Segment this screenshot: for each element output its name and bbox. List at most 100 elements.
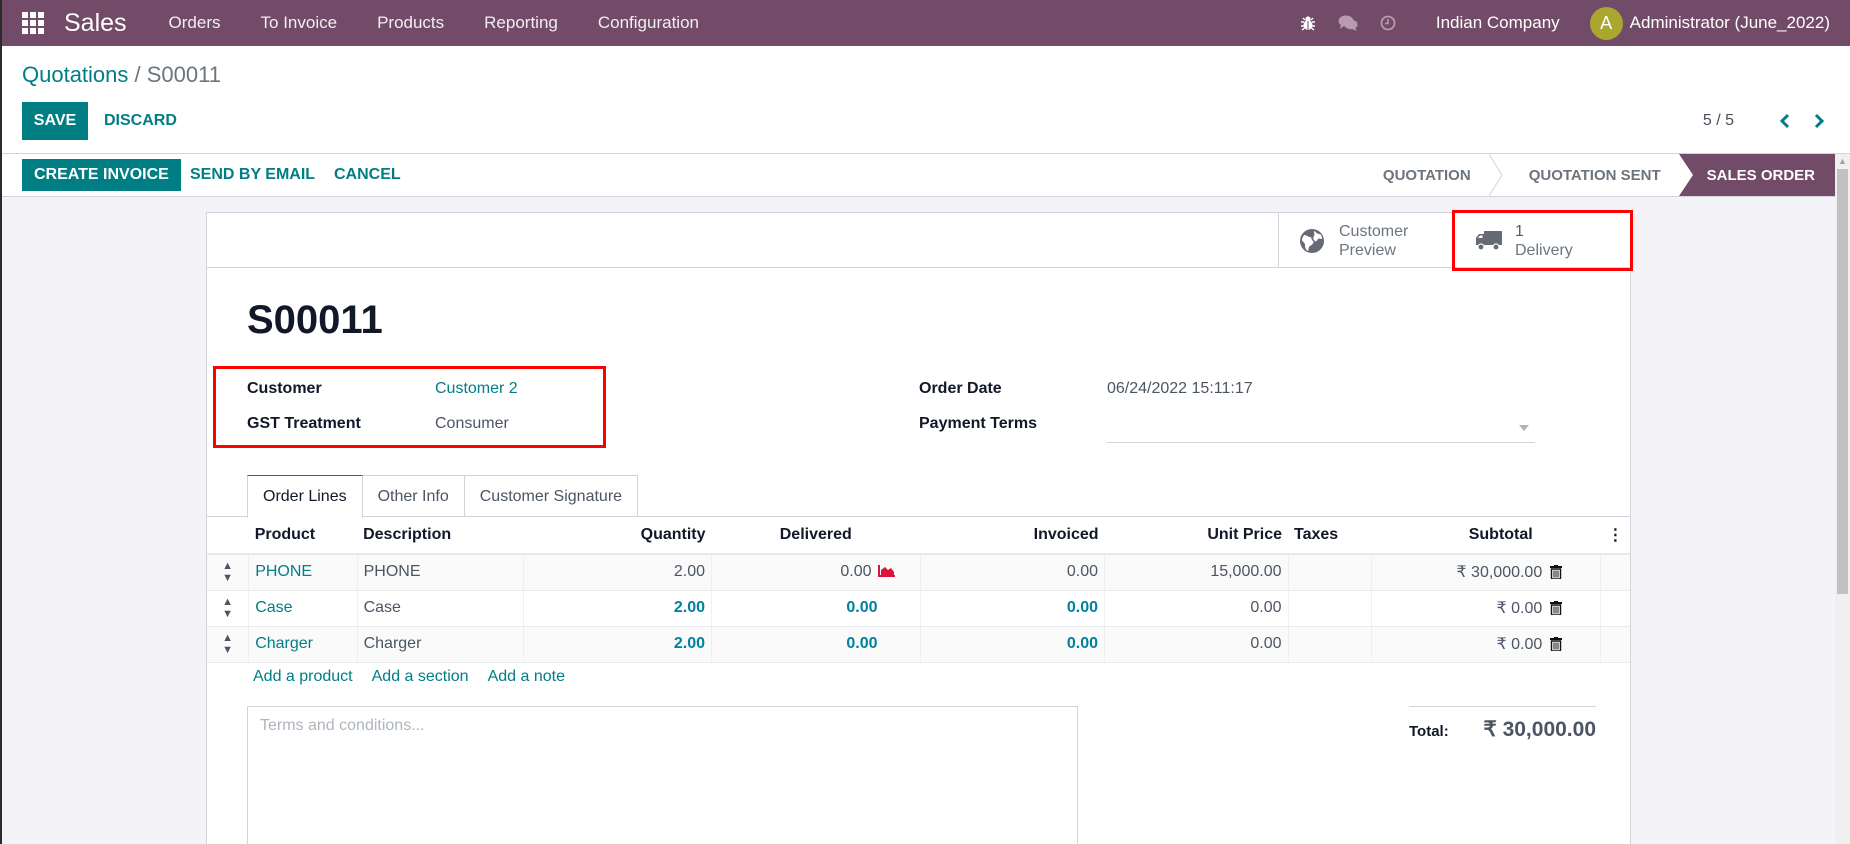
delivery-label: 1 Delivery (1515, 222, 1573, 260)
cell-invoiced[interactable]: 0.00 (919, 590, 1105, 627)
subtotal-value: ₹ 0.00 (1496, 636, 1543, 653)
control-panel: Quotations / S00011 SAVE DISCARD 5 / 5 (2, 46, 1850, 154)
breadcrumb: Quotations / S00011 (22, 62, 221, 88)
cell-description[interactable]: Charger (356, 626, 524, 663)
order-totals: Total: ₹ 30,000.00 (1409, 706, 1596, 742)
cell-description[interactable]: PHONE (356, 554, 524, 591)
column-subtotal[interactable]: Subtotal (1371, 517, 1601, 555)
tab-other-info[interactable]: Other Info (361, 475, 465, 517)
order-lines-table: Product Description Quantity Delivered I… (207, 517, 1630, 663)
cell-delivered[interactable]: 0.00 (711, 554, 921, 591)
menu-products[interactable]: Products (377, 13, 444, 33)
tab-customer-signature[interactable]: Customer Signature (463, 475, 639, 517)
company-switcher[interactable]: Indian Company (1436, 13, 1560, 33)
menu-to-invoice[interactable]: To Invoice (261, 13, 338, 33)
delivery-smart-button[interactable]: 1 Delivery (1452, 210, 1633, 271)
payment-terms-label: Payment Terms (919, 414, 1037, 432)
clock-icon[interactable] (1378, 13, 1398, 33)
send-by-email-button[interactable]: SEND BY EMAIL (182, 159, 323, 191)
cell-product[interactable]: PHONE (248, 554, 358, 591)
cancel-order-button[interactable]: CANCEL (326, 159, 409, 191)
payment-terms-field: Payment Terms (919, 406, 1535, 443)
terms-and-conditions-input[interactable] (247, 706, 1078, 844)
stage-quotation-sent[interactable]: QUOTATION SENT (1503, 154, 1679, 196)
window-edge (0, 0, 2, 844)
notebook-tabs: Order Lines Other Info Customer Signatur… (247, 475, 639, 518)
cell-quantity[interactable]: 2.00 (523, 626, 712, 663)
row-drag-handle-icon[interactable]: ▲ ▼ (207, 554, 249, 591)
optional-columns-kebab-icon[interactable]: ⋮ (1600, 517, 1630, 555)
pager-value[interactable]: 5 / 5 (1703, 112, 1734, 130)
app-name[interactable]: Sales (64, 9, 127, 38)
column-delivered[interactable]: Delivered (711, 517, 921, 555)
user-menu[interactable]: Administrator (June_2022) (1630, 13, 1830, 33)
cell-invoiced[interactable]: 0.00 (919, 626, 1105, 663)
create-invoice-button[interactable]: CREATE INVOICE (22, 159, 181, 191)
truck-icon (1475, 228, 1502, 254)
column-invoiced[interactable]: Invoiced (920, 517, 1105, 555)
cell-product[interactable]: Charger (248, 626, 358, 663)
order-date-value[interactable]: 06/24/2022 15:11:17 (1107, 380, 1253, 398)
bug-icon[interactable] (1298, 13, 1318, 33)
breadcrumb-separator: / (128, 62, 147, 87)
cell-quantity[interactable]: 2.00 (523, 554, 712, 591)
customer-preview-button[interactable]: Customer Preview (1278, 213, 1454, 268)
cell-delivered[interactable]: 0.00 (711, 590, 921, 627)
order-date-label: Order Date (919, 379, 1002, 397)
cell-delivered[interactable]: 0.00 (711, 626, 921, 663)
payment-terms-select[interactable] (1107, 413, 1535, 443)
column-taxes[interactable]: Taxes (1288, 517, 1372, 555)
trash-icon[interactable] (1550, 601, 1563, 615)
breadcrumb-quotations[interactable]: Quotations (22, 62, 128, 87)
gst-treatment-value[interactable]: Consumer (435, 415, 509, 433)
cell-unit-price[interactable]: 0.00 (1104, 590, 1288, 627)
cell-taxes[interactable] (1287, 626, 1372, 663)
row-end (1600, 626, 1630, 663)
trash-icon[interactable] (1550, 637, 1563, 651)
row-drag-handle-icon[interactable]: ▲ ▼ (207, 590, 249, 627)
forecast-chart-icon[interactable] (877, 565, 896, 578)
cell-unit-price[interactable]: 0.00 (1104, 626, 1288, 663)
table-row[interactable]: ▲ ▼ PHONE PHONE 2.00 0.00 0.00 15,000.00 … (207, 554, 1630, 591)
cell-invoiced[interactable]: 0.00 (919, 554, 1105, 591)
menu-orders[interactable]: Orders (169, 13, 221, 33)
form-sheet: Customer Preview 1 Delivery S00011 Custo… (206, 210, 1633, 844)
menu-configuration[interactable]: Configuration (598, 13, 699, 33)
scrollbar-thumb[interactable] (1837, 169, 1848, 594)
stage-quotation[interactable]: QUOTATION (1357, 154, 1489, 196)
column-quantity[interactable]: Quantity (523, 517, 712, 555)
gst-treatment-field: GST Treatment Consumer (247, 406, 518, 441)
row-drag-handle-icon[interactable]: ▲ ▼ (207, 626, 249, 663)
customer-value[interactable]: Customer 2 (435, 380, 518, 398)
row-end (1600, 554, 1630, 591)
menu-reporting[interactable]: Reporting (484, 13, 558, 33)
trash-icon[interactable] (1550, 565, 1563, 580)
column-product[interactable]: Product (248, 517, 358, 555)
chat-icon[interactable] (1338, 13, 1358, 33)
add-section-link[interactable]: Add a section (372, 668, 469, 686)
cell-taxes[interactable] (1287, 554, 1372, 591)
cell-quantity[interactable]: 2.00 (523, 590, 712, 627)
avatar[interactable]: A (1589, 6, 1623, 40)
table-row[interactable]: ▲ ▼ Charger Charger 2.00 0.00 0.00 0.00 ₹… (207, 626, 1630, 663)
customer-preview-line2: Preview (1339, 241, 1396, 259)
scroll-up-arrow-icon[interactable]: ▲ (1835, 154, 1850, 168)
tab-order-lines[interactable]: Order Lines (247, 475, 363, 518)
apps-menu-icon[interactable] (22, 12, 44, 34)
add-note-link[interactable]: Add a note (488, 668, 565, 686)
order-date-field: Order Date 06/24/2022 15:11:17 (919, 371, 1535, 406)
pager-previous-icon[interactable] (1774, 107, 1796, 135)
pager-next-icon[interactable] (1808, 107, 1830, 135)
column-unit-price[interactable]: Unit Price (1104, 517, 1288, 555)
discard-button[interactable]: DISCARD (96, 102, 185, 140)
page-scrollbar[interactable]: ▲ (1835, 154, 1850, 844)
add-product-link[interactable]: Add a product (253, 668, 353, 686)
cell-unit-price[interactable]: 15,000.00 (1104, 554, 1288, 591)
cell-description[interactable]: Case (356, 590, 524, 627)
cell-taxes[interactable] (1287, 590, 1372, 627)
save-button[interactable]: SAVE (22, 102, 88, 140)
table-row[interactable]: ▲ ▼ Case Case 2.00 0.00 0.00 0.00 ₹ 0.00 (207, 590, 1630, 627)
stage-sales-order[interactable]: SALES ORDER (1678, 154, 1835, 196)
column-description[interactable]: Description (357, 517, 524, 555)
cell-product[interactable]: Case (248, 590, 358, 627)
